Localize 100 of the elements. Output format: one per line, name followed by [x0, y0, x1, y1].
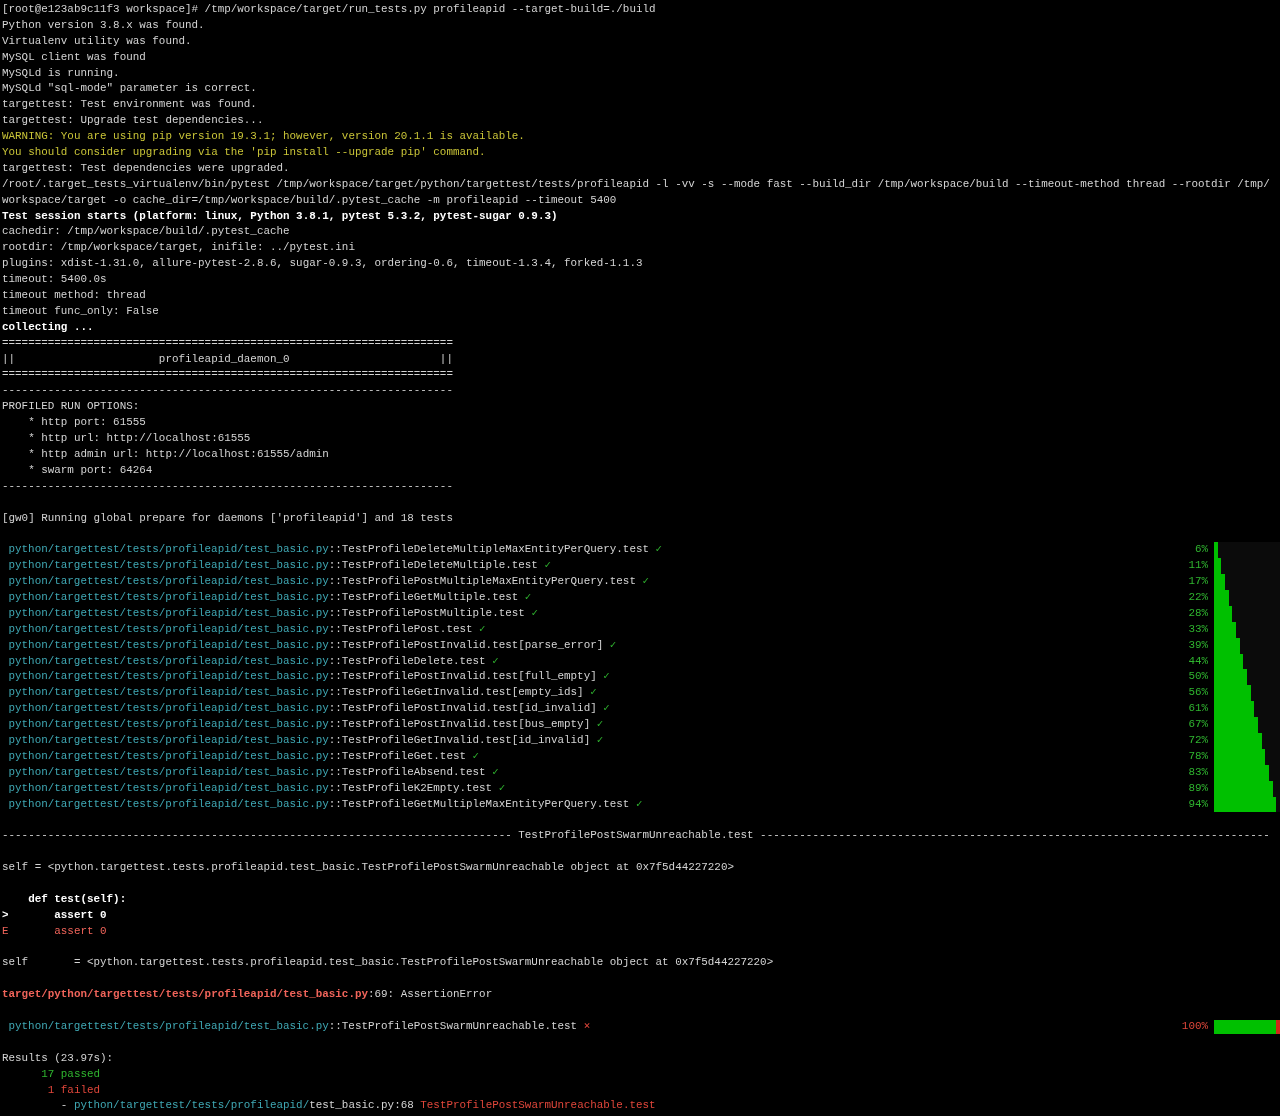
file-path: python/targettest/tests/profileapid/test_basic.py [8, 638, 329, 651]
check-mark: ✓ [635, 797, 643, 810]
check-mark: ✓ [596, 718, 604, 731]
output-text: * http port: 61555 [27, 415, 147, 431]
output-text: timeout method: thread [2, 288, 147, 304]
test-name: ::TestProfileDeleteMultipleMaxEntityPerQuery.test [328, 543, 649, 556]
output-text: * http url: http://localhost:61555 [27, 431, 252, 447]
output-text: --------------------------------------------------------------------- [2, 478, 454, 494]
output-text: ===================================================================== [2, 335, 454, 351]
percent-text: 72% [1188, 732, 1208, 748]
output-text: || profileapid_daemon_0 || [2, 351, 454, 367]
percent-text: 89% [1188, 780, 1208, 796]
test-name: ::TestProfileGetMultiple.test [328, 590, 519, 603]
output-text: targettest: Test environment was found. [2, 97, 258, 113]
check-mark: ✓ [655, 543, 663, 556]
file-path: python/targettest/tests/profileapid/test_basic.py [8, 733, 329, 746]
output-text: test_basic.py:68 [309, 1099, 415, 1112]
test-name: ::TestProfileDeleteMultiple.test [328, 559, 538, 572]
output-text: workspace/target -o cache_dir=/tmp/workspace/build/.pytest_cache -m profileapid --timeout 5400 [2, 192, 618, 208]
check-mark: ✓ [472, 749, 480, 762]
file-path: python/targettest/tests/profileapid/test_basic.py [8, 670, 329, 683]
file-path: python/targettest/tests/profileapid/test_basic.py [8, 622, 329, 635]
check-mark: ✓ [590, 686, 597, 699]
output-text: - [59, 1099, 69, 1112]
file-path: python/targettest/tests/profileapid/test_basic.py [8, 1020, 329, 1032]
test-name: ::TestProfilePostInvalid.test[full_empty] [328, 670, 597, 683]
cross-mark: ⨯ [583, 1020, 591, 1032]
percent-text: 100% [1181, 1019, 1208, 1034]
percent-text: 61% [1188, 701, 1208, 717]
percent-text: 11% [1188, 558, 1208, 574]
test-name: ::TestProfilePostInvalid.test[bus_empty] [328, 718, 591, 731]
file-path: python/targettest/tests/profileapid/test_basic.py [8, 575, 329, 588]
output-text: [gw0] Running global prepare for daemons ['profileapid'] and 18 tests [2, 510, 454, 526]
output-text: self = <python.targettest.tests.profileapid.test_basic.TestProfilePostSwarmUnreachable object at 0x7f5d44227220> [2, 860, 735, 876]
file-path: python/targettest/tests/profileapid/test_basic.py [8, 590, 329, 603]
percent-text: 28% [1188, 605, 1208, 621]
test-name: ::TestProfileGetInvalid.test[id_invalid] [328, 733, 591, 746]
output-text: plugins: xdist-1.31.0, allure-pytest-2.8.6, sugar-0.9.3, ordering-0.6, timeout-1.3.4, forked-1.1.3 [2, 256, 644, 272]
file-path: python/targettest/tests/profileapid/test_basic.py [8, 702, 329, 715]
check-mark: ✓ [609, 638, 617, 651]
percent-text: 33% [1188, 621, 1208, 637]
output-text: * http admin url: http://localhost:61555/admin [27, 446, 330, 462]
percent-text: 44% [1188, 653, 1208, 669]
output-text: MySQL client was found [2, 49, 147, 65]
percent-text: 67% [1188, 717, 1208, 733]
test-name: ::TestProfilePostInvalid.test[parse_error] [328, 638, 604, 651]
check-mark: ✓ [603, 702, 610, 715]
test-name: ::TestProfileGet.test [328, 749, 466, 762]
output-text: cachedir: /tmp/workspace/build/.pytest_cache [2, 224, 291, 240]
output-text: targettest: Test dependencies were upgraded. [2, 160, 291, 176]
test-name: ::TestProfileK2Empty.test [328, 781, 493, 794]
output-text: Results (23.97s): [2, 1050, 115, 1066]
percent-text: 56% [1188, 685, 1208, 701]
output-text: Virtualenv utility was found. [2, 33, 193, 49]
output-text: collecting ... [2, 319, 95, 335]
output-text: MySQLd "sql-mode" parameter is correct. [2, 81, 258, 97]
failed-count: 1 failed [46, 1082, 102, 1098]
output-text: MySQLd is running. [2, 65, 121, 81]
file-path: python/targettest/tests/profileapid/test_basic.py [8, 781, 329, 794]
output-text: ===================================================================== [2, 367, 454, 383]
file-path: python/targettest/tests/profileapid/test_basic.py [8, 606, 329, 619]
output-text: timeout: 5400.0s [2, 272, 108, 288]
percent-text: 17% [1188, 574, 1208, 590]
check-mark: ✓ [492, 654, 499, 667]
error-text: E assert 0 [2, 923, 108, 939]
check-mark: ✓ [642, 575, 650, 588]
output-text: > assert 0 [2, 907, 108, 923]
test-name: ::TestProfileGetInvalid.test[empty_ids] [328, 686, 584, 699]
file-path: python/targettest/tests/profileapid/test_basic.py [8, 765, 329, 778]
test-name: ::TestProfileAbsend.test [328, 765, 486, 778]
test-name: ::TestProfileDelete.test [328, 654, 486, 667]
output-text: PROFILED RUN OPTIONS: [2, 399, 141, 415]
output-text: /root/.target_tests_virtualenv/bin/pytest /tmp/workspace/target/python/targettest/tests/profileapid -l -vv -s --mode fast --build_dir /tmp/workspace/build --timeout-method thread --rootdir /tmp/ [2, 176, 1271, 192]
output-text: * swarm port: 64264 [27, 462, 154, 478]
test-name: ::TestProfilePost.test [328, 622, 473, 635]
warning-text: You should consider upgrading via the 'pip install --upgrade pip' command. [2, 145, 487, 160]
file-path: python/targettest/tests/profileapid/test_basic.py [8, 543, 329, 556]
passed-count: 17 passed [40, 1066, 102, 1082]
output-text: :69: AssertionError [368, 988, 493, 1001]
percent-text: 39% [1188, 637, 1208, 653]
percent-text: 83% [1188, 764, 1208, 780]
output-text: ------------------------------------------------------------------------------ TestProfilePostSwarmUnreachable.test ------------------------------------------------------------------------------ [2, 828, 1271, 844]
percent-text: 94% [1188, 796, 1208, 812]
warning-text: WARNING: You are using pip version 19.3.1; however, version 20.1.1 is available. [2, 129, 526, 145]
test-name: ::TestProfilePostInvalid.test[id_invalid] [328, 702, 597, 715]
file-path: target/python/targettest/tests/profileapid/test_basic.py [2, 988, 368, 1001]
failed-count: TestProfilePostSwarmUnreachable.test [420, 1099, 656, 1112]
output-text: self = <python.targettest.tests.profileapid.test_basic.TestProfilePostSwarmUnreachable object at 0x7f5d44227220> [2, 955, 775, 971]
output-text: Test session starts (platform: linux, Python 3.8.1, pytest 5.3.2, pytest-sugar 0.9.3) [2, 208, 559, 224]
output-text: def test(self): [27, 891, 128, 907]
file-path: python/targettest/tests/profileapid/test_basic.py [8, 654, 329, 667]
check-mark: ✓ [498, 781, 506, 794]
percent-text: 22% [1188, 589, 1208, 605]
output-text: timeout func_only: False [2, 303, 160, 319]
output-text: Python version 3.8.x was found. [2, 17, 206, 33]
check-mark: ✓ [479, 622, 486, 635]
file-path: python/targettest/tests/profileapid/ [73, 1099, 310, 1112]
file-path: python/targettest/tests/profileapid/test_basic.py [8, 797, 329, 810]
test-name: ::TestProfilePostMultiple.test [328, 606, 525, 619]
output-text: targettest: Upgrade test dependencies... [2, 113, 265, 129]
